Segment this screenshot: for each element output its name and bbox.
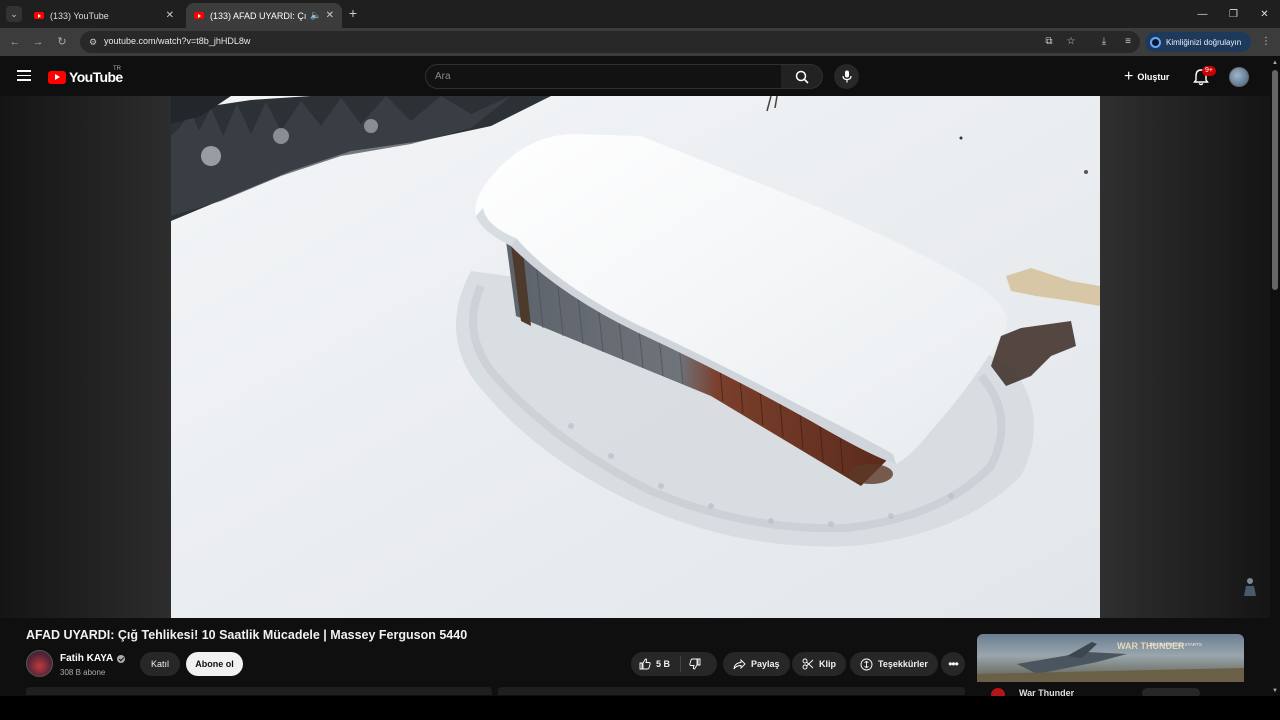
more-actions-button[interactable]: ••• [941,652,965,676]
bookmark-star-icon[interactable]: ☆ [1064,35,1078,49]
clip-button[interactable]: Klip [792,652,846,676]
ad-promo-text: THE SHOOTING STARTS [1149,642,1202,647]
share-button[interactable]: Paylaş [723,652,790,676]
ad-info-row: War Thunder [977,682,1244,702]
ad-artwork [977,642,1244,682]
country-code: TR [113,66,121,72]
youtube-play-icon [48,70,66,84]
ambient-glow-right [1100,96,1270,618]
ad-thumbnail[interactable]: WAR THUNDER THE SHOOTING STARTS [977,634,1244,682]
site-info-icon[interactable]: ⚙ [87,36,99,48]
close-tab-icon[interactable]: ✕ [166,10,174,21]
comments-panel[interactable] [498,687,965,695]
channel-watermark-icon[interactable] [1240,576,1260,598]
share-arrow-icon [733,658,746,669]
search-placeholder: Ara [435,71,451,82]
youtube-header: YouTube TR Ara + Oluştur 9+ [0,56,1280,96]
create-label: Oluştur [1137,71,1170,82]
video-player[interactable] [171,96,1100,618]
dislike-button[interactable] [681,658,706,670]
tab-search-button[interactable]: ⌄ [6,6,22,22]
search-input[interactable]: Ara [425,64,782,89]
thumbs-down-icon [689,658,701,670]
install-app-icon[interactable]: ⧉ [1042,35,1056,49]
super-thanks-icon [860,658,873,670]
tab-title: (133) AFAD UYARDI: Çığ Tehli [210,10,307,21]
channel-avatar[interactable] [26,650,53,677]
voice-search-button[interactable] [834,64,859,89]
back-button[interactable]: ← [8,35,22,49]
share-label: Paylaş [751,659,780,669]
close-window-button[interactable]: ✕ [1249,0,1280,28]
scroll-up-arrow-icon[interactable]: ▲ [1272,60,1278,66]
youtube-favicon-icon [194,12,204,19]
browser-tab-youtube[interactable]: (133) YouTube ✕ [26,3,182,28]
taskbar-area [0,696,1280,720]
url-text[interactable]: youtube.com/watch?v=t8b_jhHDL8w [104,36,250,46]
youtube-logo[interactable]: YouTube TR [48,66,123,85]
channel-name-link[interactable]: Fatih KAYA [60,653,126,664]
window-controls: — ❐ ✕ [1187,0,1280,28]
like-dislike-group: 5 B [631,652,717,676]
reload-button[interactable]: ↻ [55,35,69,49]
create-button[interactable]: + Oluştur [1118,64,1175,89]
search-icon [795,70,809,84]
thanks-label: Teşekkürler [878,659,928,669]
profile-verify-label: Kimliğinizi doğrulayın [1166,37,1242,47]
scrollbar-thumb[interactable] [1272,70,1278,290]
microphone-icon [841,70,852,83]
scissors-icon [802,658,814,670]
video-title: AFAD UYARDI: Çığ Tehlikesi! 10 Saatlik M… [26,628,468,642]
thumbs-up-icon [639,658,651,670]
browser-tab-video[interactable]: (133) AFAD UYARDI: Çığ Tehli 🔈 ✕ [186,3,342,28]
profile-verify-button[interactable]: Kimliğinizi doğrulayın [1145,32,1251,52]
forward-button[interactable]: → [31,35,45,49]
video-frame [171,96,1100,618]
search-button[interactable] [781,64,823,89]
description-panel[interactable] [26,687,492,695]
browser-tab-strip: ⌄ (133) YouTube ✕ (133) AFAD UYARDI: Çığ… [0,0,1280,28]
audio-playing-icon[interactable]: 🔈 [310,10,321,21]
channel-name: Fatih KAYA [60,653,114,664]
scroll-down-arrow-icon[interactable]: ▼ [1272,688,1278,694]
restore-button[interactable]: ❐ [1218,0,1249,28]
thanks-button[interactable]: Teşekkürler [850,652,938,676]
verified-check-icon [117,654,126,663]
downloads-icon[interactable]: ⤓ [1097,35,1111,49]
media-control-icon[interactable]: ≡ [1121,35,1135,49]
subscriber-count: 308 B abone [60,668,106,677]
plus-icon: + [1124,67,1134,85]
subscribe-button[interactable]: Abone ol [186,652,243,676]
notification-count-badge: 9+ [1202,66,1216,76]
browser-toolbar: ← → ↻ ⚙ youtube.com/watch?v=t8b_jhHDL8w … [0,28,1280,56]
browser-menu-icon[interactable]: ⋮ [1259,35,1273,49]
youtube-favicon-icon [34,12,44,19]
profile-icon [1150,36,1161,48]
clip-label: Klip [819,659,836,669]
address-bar[interactable]: ⚙ youtube.com/watch?v=t8b_jhHDL8w ⧉ ☆ [80,31,1140,53]
menu-icon[interactable] [17,70,31,81]
video-player-area [0,96,1270,618]
close-tab-icon[interactable]: ✕ [326,10,334,21]
new-tab-button[interactable]: + [346,6,360,20]
ambient-glow-left [0,96,171,618]
account-avatar[interactable] [1229,67,1249,87]
minimize-button[interactable]: — [1187,0,1218,28]
tab-title: (133) YouTube [50,10,109,21]
page-scrollbar[interactable]: ▲ ▼ [1270,56,1280,696]
like-button[interactable]: 5 B [631,656,682,672]
like-count: 5 B [656,659,671,669]
join-button[interactable]: Katıl [140,652,180,676]
